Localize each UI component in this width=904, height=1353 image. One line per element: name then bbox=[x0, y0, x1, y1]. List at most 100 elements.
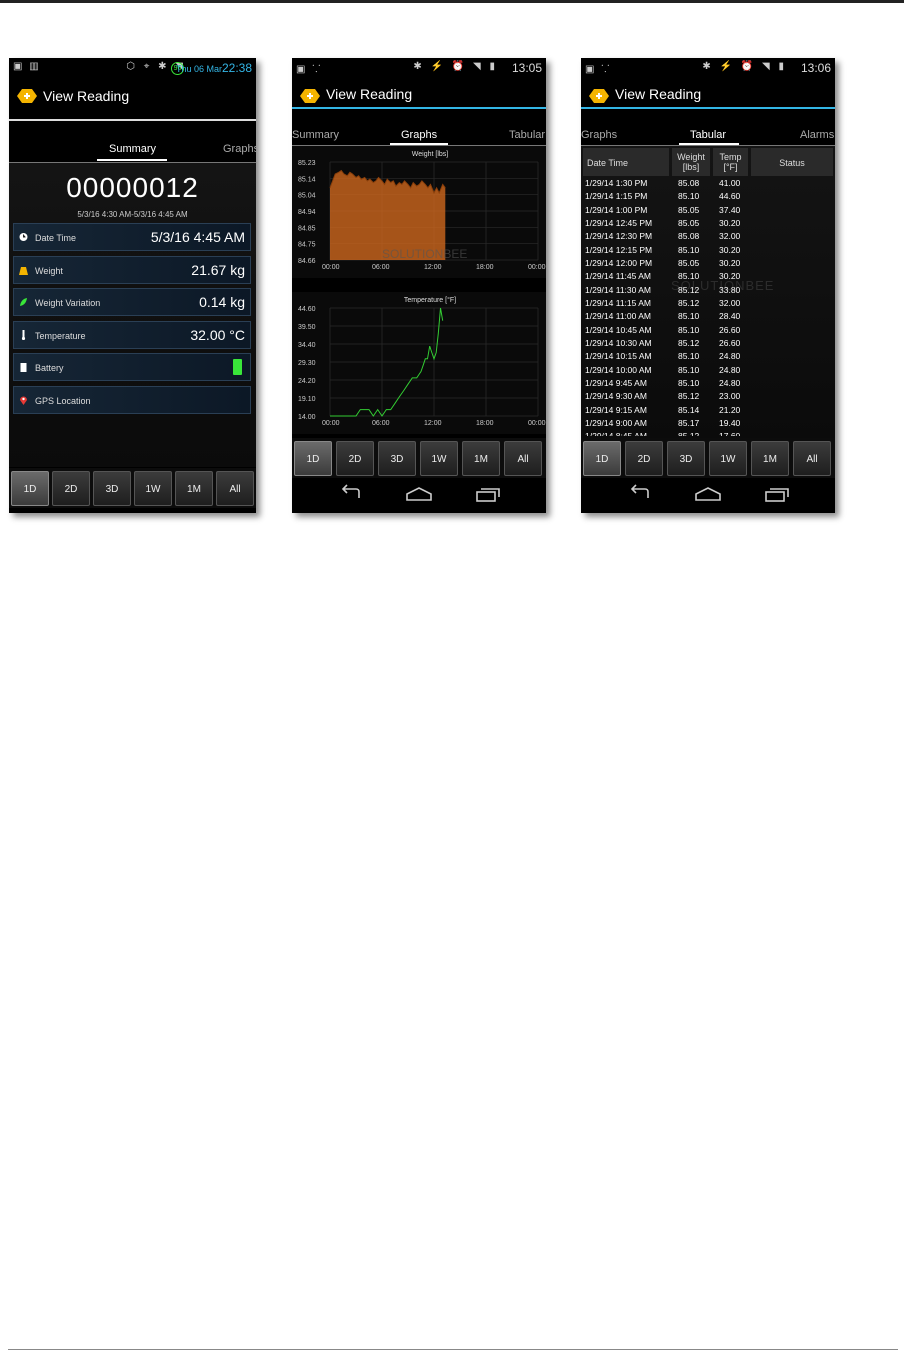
period-button-1m[interactable]: 1M bbox=[462, 441, 500, 476]
app-logo-icon[interactable] bbox=[589, 88, 609, 104]
y-tick-label: 34.40 bbox=[298, 342, 316, 349]
y-tick-label: 29.30 bbox=[298, 360, 316, 367]
cell-temp: 17.60 bbox=[719, 431, 740, 436]
cell-temp: 32.00 bbox=[719, 297, 741, 308]
summary-row-label: Temperature bbox=[35, 330, 86, 341]
period-button-1d[interactable]: 1D bbox=[294, 441, 332, 476]
period-button-1w[interactable]: 1W bbox=[420, 441, 458, 476]
period-button-1w[interactable]: 1W bbox=[709, 441, 747, 476]
header-weight-line1: Weight bbox=[677, 152, 705, 162]
app-logo-icon[interactable] bbox=[300, 88, 320, 104]
tab-tabular[interactable]: Tabular bbox=[690, 129, 726, 141]
cell-weight: 85.12 bbox=[678, 284, 700, 295]
summary-row-battery[interactable]: Battery bbox=[13, 353, 251, 381]
y-tick-label: 85.04 bbox=[298, 193, 316, 200]
cell-temp: 26.60 bbox=[719, 337, 741, 348]
back-icon[interactable] bbox=[626, 484, 654, 504]
chart-title: Weight [lbs] bbox=[412, 151, 448, 158]
period-button-2d[interactable]: 2D bbox=[336, 441, 374, 476]
period-button-3d[interactable]: 3D bbox=[93, 471, 131, 506]
home-icon[interactable] bbox=[405, 484, 433, 504]
table-row[interactable]: 1/29/14 8:45 AM 85.12 17.60 bbox=[581, 431, 751, 436]
summary-row-weight[interactable]: Weight 21.67 kg bbox=[13, 255, 251, 284]
table-row[interactable]: 1/29/14 9:45 AM 85.10 24.80 bbox=[581, 378, 751, 388]
period-button-2d[interactable]: 2D bbox=[625, 441, 663, 476]
cell-temp: 37.40 bbox=[719, 204, 741, 215]
table-row[interactable]: 1/29/14 12:00 PM 85.05 30.20 bbox=[581, 258, 751, 268]
table-row[interactable]: 1/29/14 11:00 AM 85.10 28.40 bbox=[581, 311, 751, 321]
period-button-1m[interactable]: 1M bbox=[751, 441, 789, 476]
summary-row-weight-variation[interactable]: Weight Variation 0.14 kg bbox=[13, 288, 251, 316]
period-button-1w[interactable]: 1W bbox=[134, 471, 172, 506]
summary-row-value: 21.67 kg bbox=[191, 261, 245, 278]
header-date-time[interactable]: Date Time bbox=[583, 148, 669, 176]
period-button-1d[interactable]: 1D bbox=[583, 441, 621, 476]
cell-weight: 85.10 bbox=[678, 377, 700, 388]
cell-datetime: 1/29/14 12:00 PM bbox=[585, 257, 653, 268]
period-button-3d[interactable]: 3D bbox=[378, 441, 416, 476]
table-row[interactable]: 1/29/14 10:15 AM 85.10 24.80 bbox=[581, 351, 751, 361]
table-row[interactable]: 1/29/14 12:30 PM 85.08 32.00 bbox=[581, 231, 751, 241]
y-tick-label: 19.10 bbox=[298, 396, 316, 403]
action-bar: View Reading bbox=[292, 78, 546, 118]
table-row[interactable]: 1/29/14 1:15 PM 85.10 44.60 bbox=[581, 191, 751, 201]
summary-row-temperature[interactable]: Temperature 32.00 °C bbox=[13, 320, 251, 349]
period-button-all[interactable]: All bbox=[793, 441, 831, 476]
app-title: View Reading bbox=[326, 86, 413, 102]
table-row[interactable]: 1/29/14 9:15 AM 85.14 21.20 bbox=[581, 405, 751, 415]
table-row[interactable]: 1/29/14 12:15 PM 85.10 30.20 bbox=[581, 245, 751, 255]
cell-temp: 21.20 bbox=[719, 404, 741, 415]
tab-graphs[interactable]: Graphs bbox=[401, 129, 437, 141]
summary-row-value: 32.00 °C bbox=[190, 326, 245, 343]
app-logo-icon[interactable] bbox=[17, 88, 37, 104]
cell-temp: 30.20 bbox=[719, 271, 741, 282]
header-status[interactable]: Status bbox=[751, 148, 833, 176]
tab-graphs[interactable]: Graphs bbox=[223, 143, 256, 155]
period-button-1m[interactable]: 1M bbox=[175, 471, 213, 506]
period-button-2d[interactable]: 2D bbox=[52, 471, 90, 506]
period-button-3d[interactable]: 3D bbox=[667, 441, 705, 476]
summary-row-gps-location[interactable]: GPS Location bbox=[13, 385, 251, 414]
y-tick-label: 84.94 bbox=[298, 209, 316, 216]
cell-datetime: 1/29/14 8:45 AM bbox=[585, 431, 647, 436]
back-icon[interactable] bbox=[337, 484, 365, 504]
table-row[interactable]: 1/29/14 11:30 AM 85.12 33.80 bbox=[581, 285, 751, 295]
table-row[interactable]: 1/29/14 11:45 AM 85.10 30.20 bbox=[581, 271, 751, 281]
recent-apps-icon[interactable] bbox=[764, 484, 792, 504]
cell-weight: 85.05 bbox=[678, 257, 700, 268]
table-row[interactable]: 1/29/14 10:00 AM 85.10 24.80 bbox=[581, 365, 751, 375]
recent-apps-icon[interactable] bbox=[475, 484, 503, 504]
header-temp[interactable]: Temp [°F] bbox=[713, 148, 748, 176]
app-title: View Reading bbox=[43, 88, 130, 104]
home-icon[interactable] bbox=[694, 484, 722, 504]
table-row[interactable]: 1/29/14 9:00 AM 85.17 19.40 bbox=[581, 418, 751, 428]
table-row[interactable]: 1/29/14 10:45 AM 85.10 26.60 bbox=[581, 325, 751, 335]
table-row[interactable]: 1/29/14 1:00 PM 85.05 37.40 bbox=[581, 205, 751, 215]
battery-icon bbox=[20, 363, 27, 372]
tab-summary[interactable]: Summary bbox=[109, 143, 156, 155]
table-row[interactable]: 1/29/14 10:30 AM 85.12 26.60 bbox=[581, 338, 751, 348]
tab-summary[interactable]: Summary bbox=[292, 129, 339, 141]
y-tick-label: 85.14 bbox=[298, 176, 316, 183]
cell-weight: 85.05 bbox=[678, 217, 700, 228]
tab-graphs[interactable]: Graphs bbox=[581, 129, 617, 141]
cell-datetime: 1/29/14 12:30 PM bbox=[585, 231, 653, 242]
tab-tabular[interactable]: Tabular bbox=[509, 129, 545, 141]
period-button-all[interactable]: All bbox=[216, 471, 254, 506]
table-row[interactable]: 1/29/14 9:30 AM 85.12 23.00 bbox=[581, 391, 751, 401]
cell-temp: 23.00 bbox=[719, 391, 741, 402]
x-tick-label: 18:00 bbox=[476, 264, 494, 271]
table-row[interactable]: 1/29/14 1:30 PM 85.08 41.00 bbox=[581, 178, 751, 188]
table-row[interactable]: 1/29/14 11:15 AM 85.12 32.00 bbox=[581, 298, 751, 308]
table-body[interactable]: 1/29/14 1:30 PM 85.08 41.00 1/29/14 1:15 PM… bbox=[581, 178, 835, 436]
summary-row-date-time[interactable]: Date Time 5/3/16 4:45 AM bbox=[13, 223, 251, 251]
tab-alarms[interactable]: Alarms bbox=[800, 129, 834, 141]
table-row[interactable]: 1/29/14 12:45 PM 85.05 30.20 bbox=[581, 218, 751, 228]
period-button-bar: 1D 2D 3D 1W 1M All bbox=[9, 468, 256, 508]
period-button-1d[interactable]: 1D bbox=[11, 471, 49, 506]
notification-icons: ▣ ▥ bbox=[13, 61, 41, 72]
period-button-all[interactable]: All bbox=[504, 441, 542, 476]
tab-strip: Summary Graphs bbox=[9, 138, 256, 164]
weight-icon bbox=[19, 266, 28, 275]
header-weight[interactable]: Weight [lbs] bbox=[672, 148, 710, 176]
